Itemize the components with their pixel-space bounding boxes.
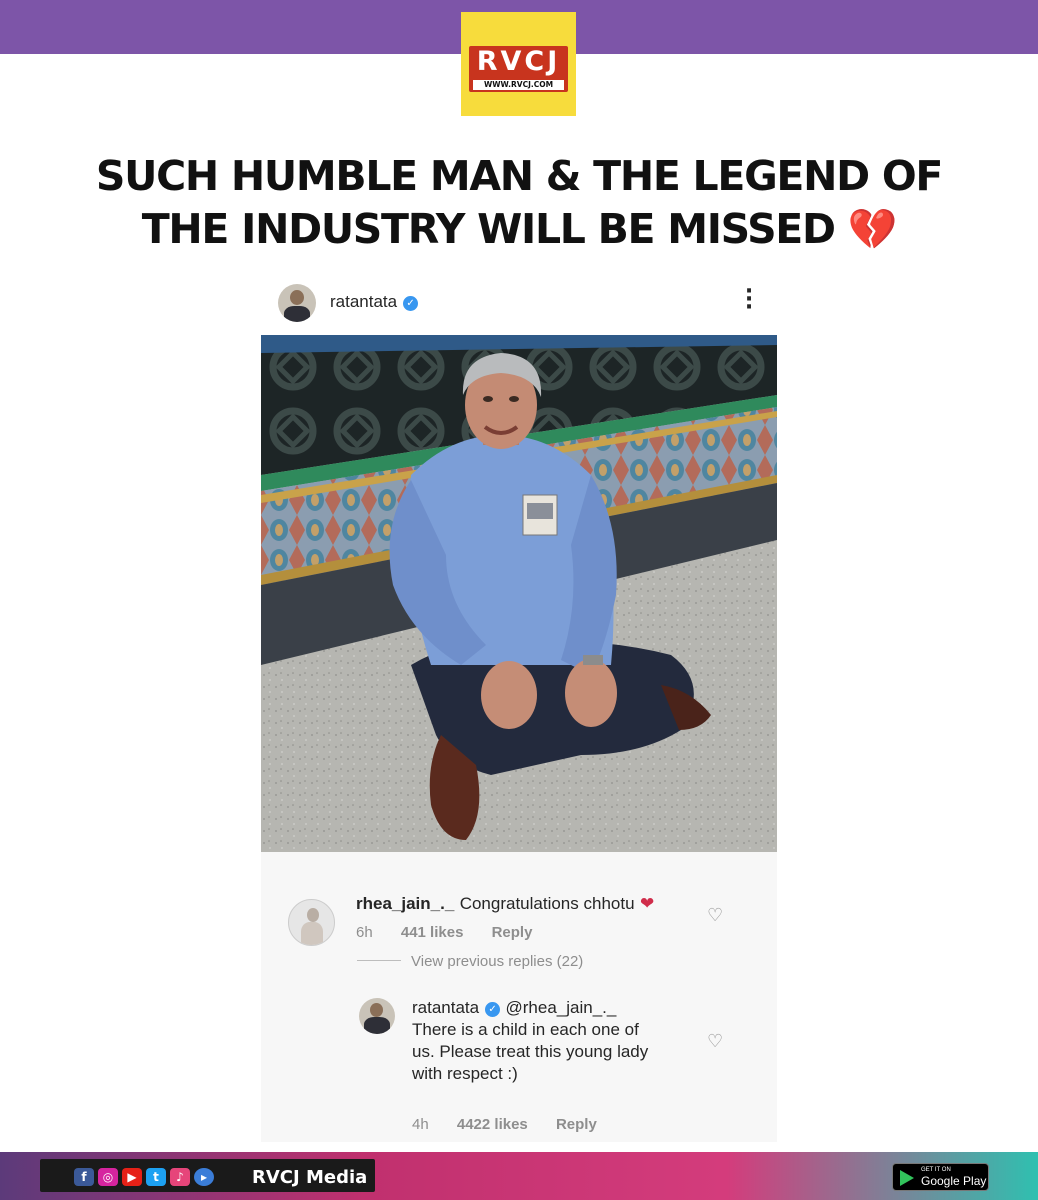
comment-2-likes[interactable]: 4422 likes bbox=[457, 1116, 528, 1133]
instagram-icon[interactable]: ◎ bbox=[98, 1168, 118, 1186]
comment-1-text: Congratulations chhotu bbox=[459, 894, 635, 913]
verified-badge-icon: ✓ bbox=[485, 1002, 501, 1017]
footer-bar: f ◎ ▶ t ♪ ▸ RVCJ Media GET IT ON Google … bbox=[0, 1152, 1038, 1200]
comment-1-reply[interactable]: Reply bbox=[492, 924, 533, 941]
like-heart-icon[interactable]: ♡ bbox=[707, 1033, 723, 1051]
twitter-icon[interactable]: t bbox=[146, 1168, 166, 1186]
comment-1-meta: 6h 441 likes Reply bbox=[356, 924, 532, 941]
comment-1-body: rhea_jain_._ Congratulations chhotu ❤ bbox=[356, 894, 654, 914]
comment-2-text-line-3: with respect :) bbox=[412, 1064, 518, 1083]
comment-2-meta: 4h 4422 likes Reply bbox=[412, 1116, 597, 1133]
comments-section: rhea_jain_._ Congratulations chhotu ❤ 6h… bbox=[261, 852, 777, 1142]
comment-2-text-line-2: us. Please treat this young lady bbox=[412, 1042, 649, 1061]
headline-line-2-text: THE INDUSTRY WILL BE MISSED bbox=[141, 205, 836, 253]
social-strip: f ◎ ▶ t ♪ ▸ RVCJ Media bbox=[40, 1159, 375, 1192]
comment-2-text-line-1: There is a child in each one of bbox=[412, 1020, 639, 1039]
view-previous-replies[interactable]: View previous replies (22) bbox=[357, 953, 583, 970]
play-icon[interactable]: ▸ bbox=[194, 1168, 214, 1186]
youtube-icon[interactable]: ▶ bbox=[122, 1168, 142, 1186]
heart-emoji-icon: ❤ bbox=[639, 894, 655, 914]
google-play-icon bbox=[900, 1170, 914, 1186]
comment-2-mention[interactable]: @rhea_jain_._ bbox=[506, 998, 617, 1017]
rvcj-logo: RVCJ WWW.RVCJ.COM bbox=[461, 12, 576, 116]
tiktok-icon[interactable]: ♪ bbox=[170, 1168, 190, 1186]
broken-heart-icon: 💔 bbox=[847, 207, 898, 253]
google-play-small-text: GET IT ON bbox=[921, 1167, 951, 1173]
comment-1-time: 6h bbox=[356, 924, 373, 941]
comment-1-likes[interactable]: 441 likes bbox=[401, 924, 464, 941]
post-username[interactable]: ratantata ✓ bbox=[330, 292, 419, 312]
more-options-icon[interactable]: · · · bbox=[741, 281, 757, 319]
post-header: ratantata ✓ · · · bbox=[261, 280, 777, 335]
comment-2-username[interactable]: ratantata bbox=[412, 998, 479, 1017]
headline-line-1: SUCH HUMBLE MAN & THE LEGEND OF bbox=[95, 152, 944, 200]
photo-illustration bbox=[261, 335, 777, 852]
logo-text: RVCJ bbox=[476, 46, 561, 77]
headline: SUCH HUMBLE MAN & THE LEGEND OF THE INDU… bbox=[20, 150, 1018, 257]
avatar[interactable] bbox=[278, 284, 316, 322]
footer-brand-name: RVCJ Media bbox=[252, 1167, 368, 1188]
comment-2-reply[interactable]: Reply bbox=[556, 1116, 597, 1133]
comment-1-username[interactable]: rhea_jain_._ bbox=[356, 894, 454, 913]
view-replies-text[interactable]: View previous replies (22) bbox=[411, 953, 583, 970]
like-heart-icon[interactable]: ♡ bbox=[707, 907, 723, 925]
comment-2-body: ratantata ✓ @rhea_jain_._ There is a chil… bbox=[412, 997, 702, 1085]
google-play-badge[interactable]: GET IT ON Google Play bbox=[892, 1163, 989, 1191]
facebook-icon[interactable]: f bbox=[74, 1168, 94, 1186]
google-play-label: Google Play bbox=[921, 1174, 987, 1188]
post-photo bbox=[261, 335, 777, 852]
reply-avatar[interactable] bbox=[359, 998, 395, 1034]
verified-badge-icon: ✓ bbox=[403, 296, 419, 311]
commenter-avatar[interactable] bbox=[288, 899, 335, 946]
post-username-text[interactable]: ratantata bbox=[330, 292, 397, 311]
logo-url: WWW.RVCJ.COM bbox=[473, 80, 564, 90]
headline-line-2: THE INDUSTRY WILL BE MISSED 💔 bbox=[20, 203, 1018, 257]
instagram-post: ratantata ✓ · · · rhea_jain_._ Congratul… bbox=[261, 280, 777, 1142]
comment-2-time: 4h bbox=[412, 1116, 429, 1133]
replies-divider bbox=[357, 960, 401, 961]
